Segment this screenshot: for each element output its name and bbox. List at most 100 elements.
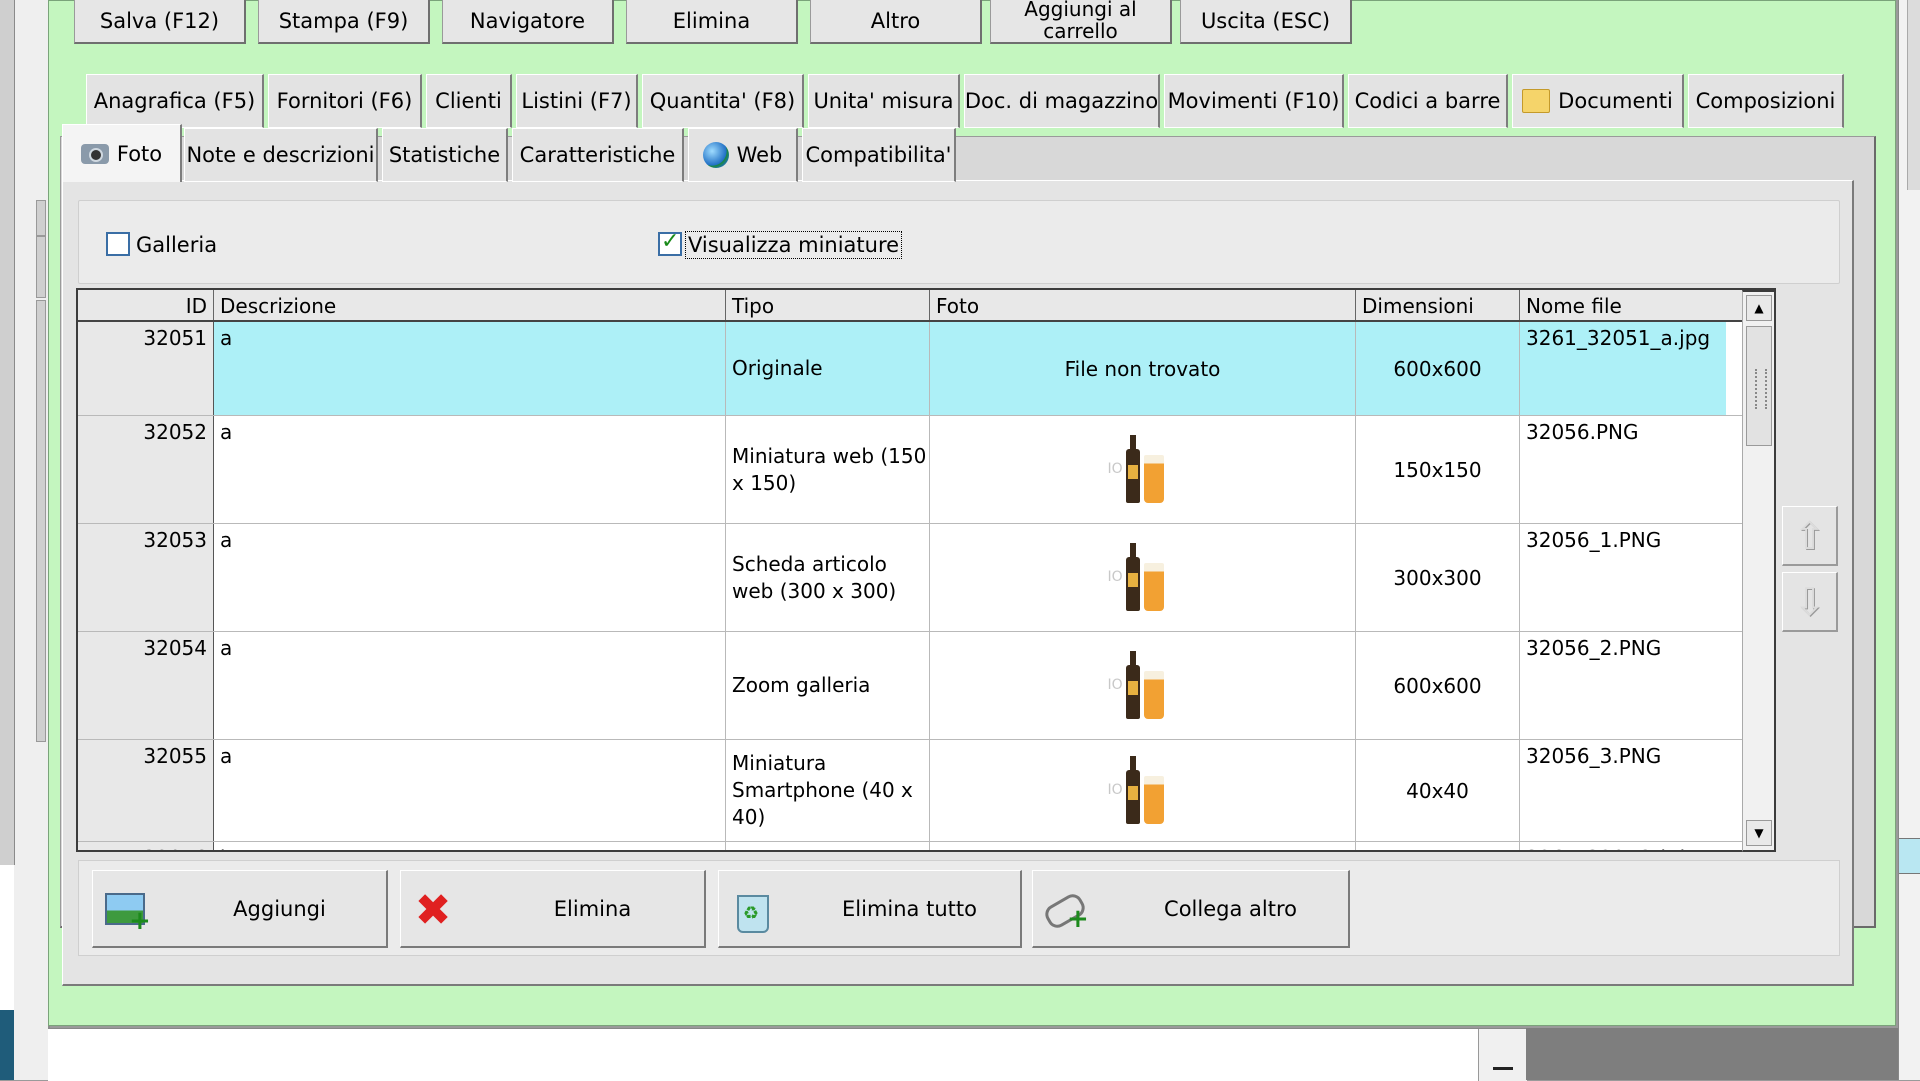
scroll-up-arrow-icon[interactable]: ▲ xyxy=(1746,295,1772,321)
add-photo-button[interactable]: + Aggiungi xyxy=(92,870,388,948)
tab-statistiche[interactable]: Statistiche xyxy=(382,128,508,182)
tab-quantita[interactable]: Quantita' (F8) xyxy=(642,74,804,128)
delete-button[interactable]: Elimina xyxy=(626,0,798,44)
cell-id: 32055 xyxy=(78,740,214,841)
tab-composizioni[interactable]: Composizioni xyxy=(1688,74,1844,128)
table-row[interactable]: 32051 a Originale File non trovato 600x6… xyxy=(78,322,1774,416)
cell-descrizione: a xyxy=(214,632,726,739)
tab-web[interactable]: Web xyxy=(688,128,798,182)
left-edge-panel xyxy=(0,0,15,865)
cell-nome-file: 32056_3.PNG xyxy=(1526,744,1662,768)
tab-clienti[interactable]: Clienti xyxy=(426,74,512,128)
column-header-nome-file[interactable]: Nome file xyxy=(1520,290,1726,320)
tab-label: Composizioni xyxy=(1695,89,1836,113)
tab-doc-magazzino[interactable]: Doc. di magazzino xyxy=(964,74,1160,128)
grid-vertical-scrollbar[interactable]: ▲ ▼ xyxy=(1742,290,1776,852)
more-button[interactable]: Altro xyxy=(810,0,982,44)
cell-nome-file: 32056_1.PNG xyxy=(1526,528,1662,552)
column-header-foto[interactable]: Foto xyxy=(930,290,1356,320)
cell-nome-file: 32056_2.PNG xyxy=(1526,636,1662,660)
table-row[interactable]: 32052 a Miniatura web (150 x 150) IO 150… xyxy=(78,416,1774,524)
tab-unita-misura[interactable]: Unita' misura xyxy=(808,74,960,128)
tab-foto[interactable]: Foto xyxy=(62,124,182,182)
cell-foto: IO xyxy=(930,632,1356,739)
left-window-edge xyxy=(0,0,50,1080)
tab-label: Anagrafica (F5) xyxy=(93,89,256,113)
cell-foto: IO xyxy=(930,524,1356,631)
print-button[interactable]: Stampa (F9) xyxy=(258,0,430,44)
scrollbar-thumb[interactable] xyxy=(1746,326,1772,446)
tab-label: Unita' misura xyxy=(813,89,954,113)
filter-bar xyxy=(78,200,1840,284)
table-row[interactable]: 32055 a Miniatura Smartphone (40 x 40) I… xyxy=(78,740,1774,842)
delete-x-icon: ✖ xyxy=(414,885,452,936)
exit-button[interactable]: Uscita (ESC) xyxy=(1180,0,1352,44)
move-down-button[interactable]: ⇩ xyxy=(1782,572,1838,632)
photo-grid: ID Descrizione Tipo Foto Dimensioni Nome… xyxy=(76,288,1776,852)
column-header-dimensioni[interactable]: Dimensioni xyxy=(1356,290,1520,320)
cell-foto xyxy=(930,842,1356,850)
tab-label: Foto xyxy=(116,141,163,166)
cell-tipo: Miniatura Smartphone (40 x 40) xyxy=(726,740,930,841)
table-row[interactable]: 32053 a Scheda articolo web (300 x 300) … xyxy=(78,524,1774,632)
cell-nome-file: 32056.PNG xyxy=(1526,420,1639,444)
cell-dimensioni: 300x300 xyxy=(1356,524,1520,631)
tab-documenti[interactable]: Documenti xyxy=(1512,74,1684,128)
cell-descrizione: b xyxy=(214,842,726,850)
link-other-button[interactable]: + Collega altro xyxy=(1032,870,1350,948)
tab-codici-barre[interactable]: Codici a barre xyxy=(1348,74,1508,128)
tab-label: Codici a barre xyxy=(1354,89,1501,113)
tab-label: Caratteristiche xyxy=(519,143,676,167)
thumbnails-checkbox[interactable] xyxy=(658,229,682,256)
tab-movimenti[interactable]: Movimenti (F10) xyxy=(1164,74,1344,128)
left-edge-mark xyxy=(36,236,46,298)
thumbnails-label[interactable]: Visualizza miniature xyxy=(684,231,903,259)
left-edge-mark xyxy=(36,300,46,742)
tab-label: Documenti xyxy=(1558,89,1673,113)
gallery-checkbox[interactable] xyxy=(106,232,130,256)
background-scroll-corner[interactable] xyxy=(1478,1029,1527,1081)
tab-listini[interactable]: Listini (F7) xyxy=(516,74,638,128)
link-add-icon: + xyxy=(1041,889,1089,933)
cell-foto: IO xyxy=(930,740,1356,841)
save-button[interactable]: Salva (F12) xyxy=(74,0,246,44)
cell-id: 32053 xyxy=(78,524,214,631)
tab-anagrafica[interactable]: Anagrafica (F5) xyxy=(86,74,264,128)
scroll-down-arrow-icon[interactable]: ▼ xyxy=(1746,820,1772,846)
tab-caratteristiche[interactable]: Caratteristiche xyxy=(512,128,684,182)
tab-label: Doc. di magazzino xyxy=(964,89,1159,113)
tab-label: Compatibilita' xyxy=(805,143,952,167)
cell-dimensioni: 40x40 xyxy=(1356,740,1520,841)
delete-all-button[interactable]: ♻ Elimina tutto xyxy=(718,870,1022,948)
button-label: Collega altro xyxy=(1164,896,1297,921)
tab-compatibilita[interactable]: Compatibilita' xyxy=(802,128,956,182)
navigator-button[interactable]: Navigatore xyxy=(442,0,614,44)
move-up-button[interactable]: ⇧ xyxy=(1782,506,1838,566)
recycle-bin-icon: ♻ xyxy=(729,889,773,933)
tab-note-descrizioni[interactable]: Note e descrizioni xyxy=(184,128,378,182)
arrow-up-icon: ⇧ xyxy=(1793,513,1826,558)
column-header-tipo[interactable]: Tipo xyxy=(726,290,930,320)
add-to-cart-button[interactable]: Aggiungi al carrello xyxy=(990,0,1172,44)
tab-label: Note e descrizioni xyxy=(186,143,375,167)
button-label: Elimina tutto xyxy=(842,896,977,921)
delete-photo-button[interactable]: ✖ Elimina xyxy=(400,870,706,948)
gallery-label[interactable]: Galleria xyxy=(136,232,217,258)
tab-fornitori[interactable]: Fornitori (F6) xyxy=(268,74,422,128)
cell-foto: IO xyxy=(930,416,1356,523)
background-list-area xyxy=(48,1028,1527,1081)
cell-descrizione: a xyxy=(214,524,726,631)
right-edge-selection xyxy=(1899,838,1920,874)
column-header-id[interactable]: ID xyxy=(78,290,214,320)
button-label: Elimina xyxy=(553,896,632,921)
table-row[interactable]: 32056 b 3261_32056_b.jpg xyxy=(78,842,1774,850)
column-header-descrizione[interactable]: Descrizione xyxy=(214,290,726,320)
table-row[interactable]: 32054 a Zoom galleria IO 600x600 32056_2… xyxy=(78,632,1774,740)
cell-id: 32051 xyxy=(78,322,214,415)
left-edge-taskbar xyxy=(0,1010,14,1080)
folder-icon xyxy=(1522,89,1551,113)
cell-tipo: Originale xyxy=(726,322,930,415)
right-edge-scroll xyxy=(1907,0,1920,190)
cell-tipo xyxy=(726,842,930,850)
tab-label: Web xyxy=(736,143,783,167)
